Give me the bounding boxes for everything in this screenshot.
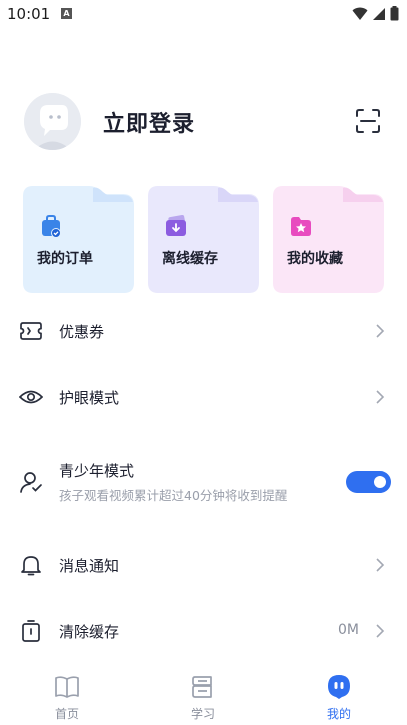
book-open-icon bbox=[55, 676, 79, 698]
cache-size-value: 0M bbox=[338, 622, 359, 638]
robot-avatar-icon bbox=[24, 93, 81, 150]
bell-icon bbox=[21, 556, 41, 576]
card-background bbox=[148, 186, 259, 293]
chevron-right-icon bbox=[376, 558, 385, 572]
tab-label: 首页 bbox=[54, 707, 79, 721]
menu-label: 清除缓存 bbox=[59, 623, 120, 641]
scan-icon bbox=[356, 109, 380, 133]
books-stack-icon bbox=[192, 676, 212, 698]
card-label: 我的订单 bbox=[37, 251, 93, 267]
my-orders-card[interactable]: 我的订单 bbox=[23, 186, 134, 293]
card-label: 我的收藏 bbox=[287, 251, 343, 267]
tab-label: 我的 bbox=[326, 707, 351, 721]
card-background bbox=[273, 186, 384, 293]
wifi-icon bbox=[352, 7, 368, 20]
menu-label: 消息通知 bbox=[59, 557, 120, 575]
status-icons bbox=[352, 6, 399, 21]
login-button[interactable]: 立即登录 bbox=[103, 106, 195, 138]
menu-item-notifications[interactable]: 消息通知 bbox=[0, 545, 407, 585]
tab-label: 学习 bbox=[190, 707, 215, 721]
eye-icon bbox=[19, 390, 43, 404]
bottom-nav: 首页 学习 我的 bbox=[0, 668, 407, 725]
teen-person-icon bbox=[20, 472, 42, 493]
menu-item-clear-cache[interactable]: 清除缓存 0M bbox=[0, 611, 407, 651]
card-background bbox=[23, 186, 134, 293]
menu-item-coupon[interactable]: 优惠券 bbox=[0, 311, 407, 351]
notification-a-icon: A bbox=[61, 8, 72, 19]
menu-label: 护眼模式 bbox=[59, 389, 120, 407]
order-bag-icon bbox=[42, 215, 61, 238]
chevron-right-icon bbox=[376, 324, 385, 338]
menu-label: 优惠券 bbox=[59, 323, 105, 341]
tab-home[interactable]: 首页 bbox=[27, 668, 107, 725]
chevron-right-icon bbox=[376, 624, 385, 638]
star-folder-icon bbox=[291, 217, 311, 236]
signal-icon bbox=[373, 7, 385, 20]
teen-mode-description: 孩子观看视频累计超过40分钟将收到提醒 bbox=[59, 488, 288, 503]
offline-cache-card[interactable]: 离线缓存 bbox=[148, 186, 259, 293]
scan-button[interactable] bbox=[355, 108, 381, 134]
avatar[interactable] bbox=[24, 93, 81, 150]
my-favorites-card[interactable]: 我的收藏 bbox=[273, 186, 384, 293]
chevron-right-icon bbox=[376, 390, 385, 404]
download-folder-icon bbox=[166, 215, 186, 236]
battery-icon bbox=[390, 6, 399, 21]
robot-face-icon bbox=[328, 675, 350, 699]
trash-icon bbox=[22, 620, 40, 642]
menu-label: 青少年模式 bbox=[59, 462, 135, 480]
status-time: 10:01 bbox=[7, 5, 51, 23]
card-label: 离线缓存 bbox=[162, 251, 218, 267]
tab-study[interactable]: 学习 bbox=[163, 668, 243, 725]
status-bar: 10:01 A bbox=[0, 0, 407, 30]
menu-item-eye-mode[interactable]: 护眼模式 bbox=[0, 377, 407, 417]
teen-mode-toggle[interactable] bbox=[346, 471, 391, 493]
toggle-knob bbox=[374, 476, 386, 488]
ticket-icon bbox=[20, 322, 42, 340]
tab-mine[interactable]: 我的 bbox=[299, 668, 379, 725]
